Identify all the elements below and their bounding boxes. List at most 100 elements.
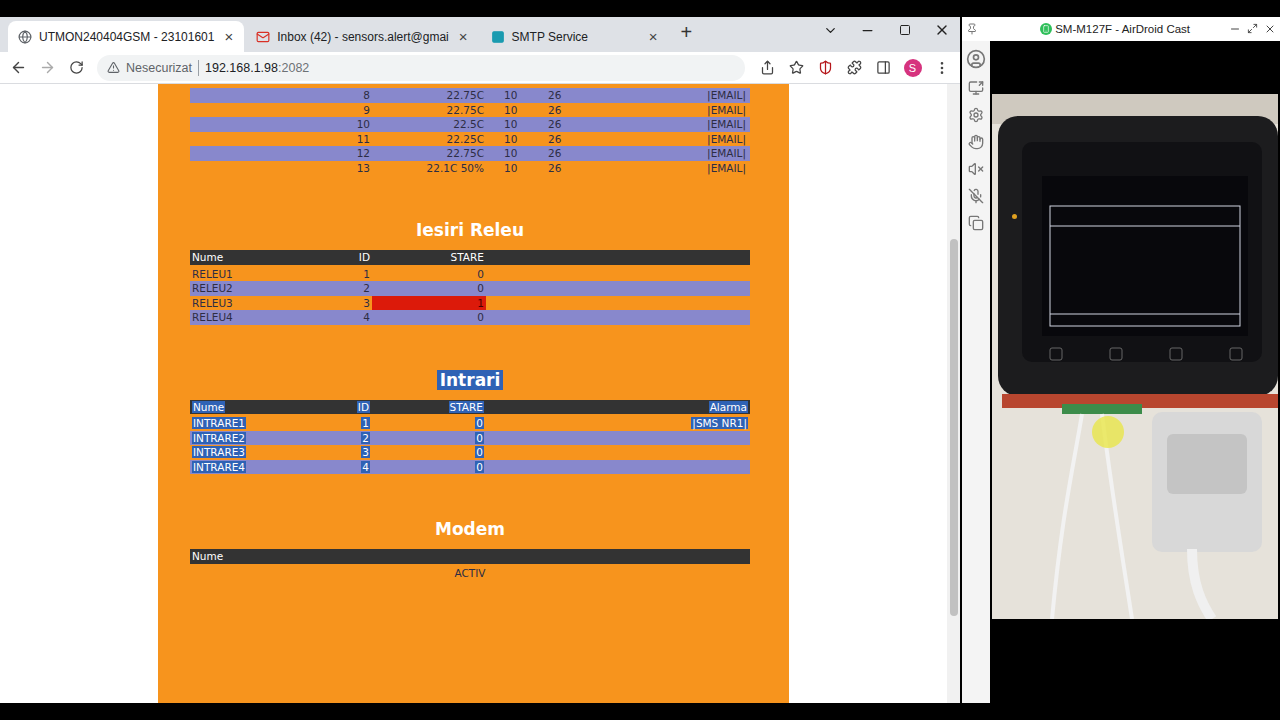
back-button[interactable] [6,55,31,80]
cast-title-bar: SM-M127F - AirDroid Cast [962,17,1280,41]
pin-icon[interactable] [966,23,978,35]
sensor-alarm: |EMAIL| [586,146,750,161]
relay-state: 0 [372,310,486,325]
sensor-id: 9 [320,103,372,118]
arrow-right-icon [39,59,56,76]
airdroid-logo [1040,23,1052,35]
files-icon[interactable] [968,215,984,231]
reload-icon [69,60,84,75]
table-header: NumeIDSTARE [190,250,750,265]
input-state: 0 [372,445,486,460]
cast-controls [1229,23,1276,35]
side-panel-button[interactable] [871,55,896,80]
sensor-id: 8 [320,88,372,103]
hand-icon[interactable] [968,134,984,150]
browser-tab[interactable]: UTMON240404GSM - 23101601× [8,21,244,52]
sensor-value: 22.5C [372,117,486,132]
maximize-button[interactable] [886,17,923,43]
user-icon[interactable] [966,49,986,69]
cast-window: SM-M127F - AirDroid Cast [962,17,1280,703]
minimize-button[interactable] [849,17,886,43]
input-name: INTRARE3 [190,445,320,460]
relay-row: RELEU220 [190,281,750,296]
sensor-name [190,88,320,103]
close-icon[interactable] [1264,23,1276,35]
cast-body [962,41,1280,703]
window-controls [812,17,960,52]
bookmark-button[interactable] [784,55,809,80]
arrow-left-icon [10,59,27,76]
extensions-button[interactable] [842,55,867,80]
gmail-icon [256,30,270,44]
reload-button[interactable] [64,55,89,80]
sensor-table: 822.75C1026|EMAIL|922.75C1026|EMAIL|1022… [190,88,750,175]
side-panel-icon [876,60,891,75]
ublock-button[interactable] [813,55,838,80]
tab-close-button[interactable]: × [646,28,661,45]
browser-tab[interactable]: Inbox (42) - sensors.alert@gmai× [246,21,478,52]
browser-tab[interactable]: SMTP Service × [481,21,669,52]
sensor-row: 1322.1C 50%1026|EMAIL| [190,161,750,176]
sensor-value: 22.25C [372,132,486,147]
screen: UTMON240404GSM - 23101601×Inbox (42) - s… [0,0,1280,720]
sensor-row: 1222.75C1026|EMAIL| [190,146,750,161]
relay-name: RELEU1 [190,267,320,282]
share-button[interactable] [755,55,780,80]
new-tab-button[interactable]: + [671,21,703,48]
close-button[interactable] [923,17,960,43]
speaker-muted-icon[interactable] [968,161,984,177]
forward-button[interactable] [35,55,60,80]
relay-row: RELEU440 [190,310,750,325]
tab-close-button[interactable]: × [221,28,236,45]
phone-icon [1042,25,1050,33]
globe-icon [18,30,32,44]
input-alarm [486,445,750,460]
profile-button[interactable]: S [900,55,925,80]
tab-strip: UTMON240404GSM - 23101601×Inbox (42) - s… [0,17,960,52]
gear-icon[interactable] [968,107,984,123]
sensor-name [190,161,320,176]
sensor-min: 10 [486,161,536,176]
page-content: 822.75C1026|EMAIL|922.75C1026|EMAIL|1022… [0,84,960,703]
sensor-value: 22.1C 50% [372,161,486,176]
relay-table: NumeIDSTARERELEU110RELEU220RELEU331RELEU… [190,250,750,325]
url: 192.168.1.98:2082 [205,61,309,75]
relay-state: 0 [372,281,486,296]
sensor-row: 1022.5C1026|EMAIL| [190,117,750,132]
security-label[interactable]: Nesecurizat [126,61,192,75]
tab-close-button[interactable]: × [456,28,471,45]
fullscreen-icon[interactable] [1247,23,1258,34]
input-state: 0 [372,431,486,446]
input-table: NumeIDSTAREAlarmaINTRARE110|SMS NR1|INTR… [190,400,750,475]
tab-search-button[interactable] [812,17,849,43]
sensor-alarm: |EMAIL| [586,103,750,118]
sensor-value: 22.75C [372,146,486,161]
sensor-max: 26 [536,161,586,176]
minimize-icon[interactable] [1229,23,1241,35]
tab-label: SMTP Service [512,30,639,44]
relay-name: RELEU3 [190,296,320,311]
mic-muted-icon[interactable] [968,188,984,204]
modem-table: NumeACTIV [190,549,750,580]
profile-avatar: S [904,59,922,77]
scrollbar[interactable] [947,84,960,703]
relay-id: 1 [320,267,372,282]
input-row: INTRARE440 [190,460,750,475]
input-id: 1 [320,416,372,431]
screen-icon[interactable] [968,80,984,96]
input-alarm [486,460,750,475]
input-row: INTRARE220 [190,431,750,446]
scrollbar-thumb[interactable] [950,239,958,617]
minimize-icon [860,23,875,38]
menu-button[interactable] [929,55,954,80]
address-bar[interactable]: Nesecurizat 192.168.1.98:2082 [97,55,745,81]
input-state: 0 [372,416,486,431]
relay-id: 2 [320,281,372,296]
shield-icon [818,60,833,75]
star-icon [789,60,804,75]
sensor-name [190,132,320,147]
input-alarm: |SMS NR1| [486,416,750,431]
sensor-row: 922.75C1026|EMAIL| [190,103,750,118]
page-panel: 822.75C1026|EMAIL|922.75C1026|EMAIL|1022… [158,84,789,703]
cast-sidebar [962,41,990,703]
